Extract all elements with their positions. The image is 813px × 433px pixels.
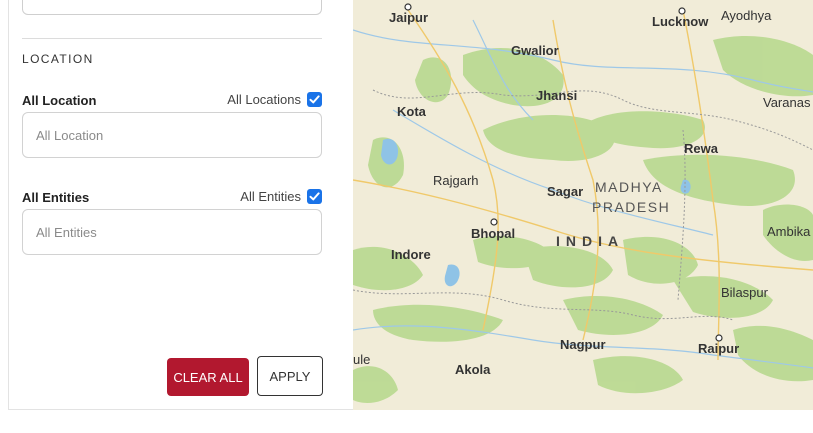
map-label-rajgarh: Rajgarh (433, 173, 479, 188)
map-label-nagpur: Nagpur (560, 337, 606, 352)
map-canvas[interactable]: Jaipur Lucknow Ayodhya Gwalior Jhansi Va… (353, 0, 813, 410)
map-label-jaipur: Jaipur (389, 10, 428, 25)
location-input-placeholder: All Location (36, 127, 104, 143)
map-label-raipur: Raipur (698, 341, 739, 356)
clear-all-button[interactable]: CLEAR ALL (167, 358, 249, 396)
map-country-india: INDIA (556, 233, 624, 249)
map-label-jhansi: Jhansi (536, 88, 577, 103)
all-locations-toggle[interactable]: All Locations (227, 92, 322, 107)
map-label-bilaspur: Bilaspur (721, 285, 769, 300)
entities-field-label: All Entities (22, 190, 90, 205)
map-region-madhya: MADHYA (595, 179, 663, 195)
map-label-varanasi: Varanas (763, 95, 811, 110)
map-label-gwalior: Gwalior (511, 43, 559, 58)
map-label-kota: Kota (397, 104, 427, 119)
filter-panel: LOCATION All Location All Locations All … (8, 0, 353, 410)
all-entities-checkbox[interactable] (307, 189, 322, 204)
all-entities-toggle[interactable]: All Entities (240, 189, 322, 204)
map-view[interactable]: Jaipur Lucknow Ayodhya Gwalior Jhansi Va… (353, 0, 813, 410)
checkmark-icon (309, 192, 320, 201)
map-label-lucknow: Lucknow (652, 14, 709, 29)
map-label-ambika: Ambika (767, 224, 811, 239)
map-label-ayodhya: Ayodhya (721, 8, 772, 23)
all-locations-checkbox[interactable] (307, 92, 322, 107)
map-label-rewa: Rewa (684, 141, 719, 156)
checkmark-icon (309, 95, 320, 104)
map-label-akola: Akola (455, 362, 491, 377)
location-field-label: All Location (22, 93, 97, 108)
map-label-dhule: ule (353, 352, 370, 367)
location-section-title: LOCATION (22, 52, 94, 66)
entities-input[interactable]: All Entities (22, 209, 322, 255)
previous-field[interactable] (22, 0, 322, 15)
map-label-sagar: Sagar (547, 184, 583, 199)
apply-button[interactable]: APPLY (257, 356, 323, 396)
location-input[interactable]: All Location (22, 112, 322, 158)
entities-input-placeholder: All Entities (36, 224, 97, 240)
all-entities-checkbox-label: All Entities (240, 189, 301, 204)
map-label-indore: Indore (391, 247, 431, 262)
map-label-bhopal: Bhopal (471, 226, 515, 241)
map-region-pradesh: PRADESH (592, 199, 670, 215)
section-divider (22, 38, 322, 39)
all-locations-checkbox-label: All Locations (227, 92, 301, 107)
